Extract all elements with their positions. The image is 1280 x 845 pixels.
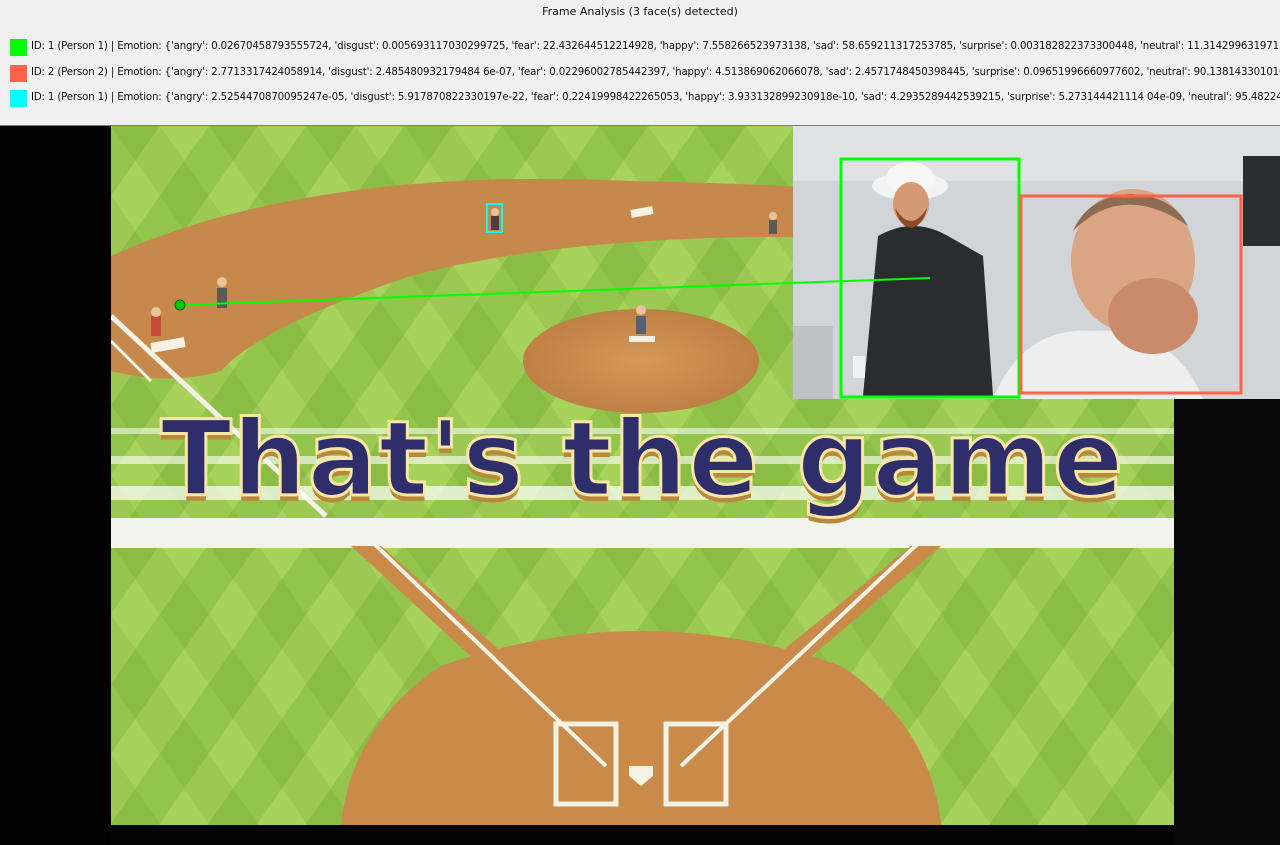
- face-row-2: ID: 2 (Person 2) | Emotion: {'angry': 2.…: [10, 64, 1280, 82]
- face-row-text: ID: 1 (Person 1) | Emotion: {'angry': 0.…: [31, 41, 1280, 52]
- player-figure: [151, 307, 161, 336]
- player-figure: [636, 305, 646, 334]
- game-over-banner: That's the game: [159, 397, 1125, 522]
- face-row-3: ID: 1 (Person 1) | Emotion: {'angry': 2.…: [10, 89, 1280, 107]
- face-row-text: ID: 2 (Person 2) | Emotion: {'angry': 2.…: [31, 67, 1280, 78]
- player-figure: [491, 208, 499, 230]
- player-figure: [769, 212, 777, 234]
- video-frame: That's the game: [0, 126, 1280, 845]
- player-figure: [217, 277, 227, 308]
- face-color-swatch: [10, 90, 27, 107]
- face-color-swatch: [10, 65, 27, 82]
- webcam-feed: [793, 126, 1280, 399]
- face-color-swatch: [10, 39, 27, 56]
- face-row-1: ID: 1 (Person 1) | Emotion: {'angry': 0.…: [10, 38, 1280, 56]
- panel-title: Frame Analysis (3 face(s) detected): [542, 5, 738, 18]
- webcam-overlay: [793, 126, 1280, 399]
- analysis-panel: Frame Analysis (3 face(s) detected) ID: …: [0, 0, 1280, 126]
- letterbox-left: [0, 126, 111, 845]
- face-row-text: ID: 1 (Person 1) | Emotion: {'angry': 2.…: [31, 92, 1280, 103]
